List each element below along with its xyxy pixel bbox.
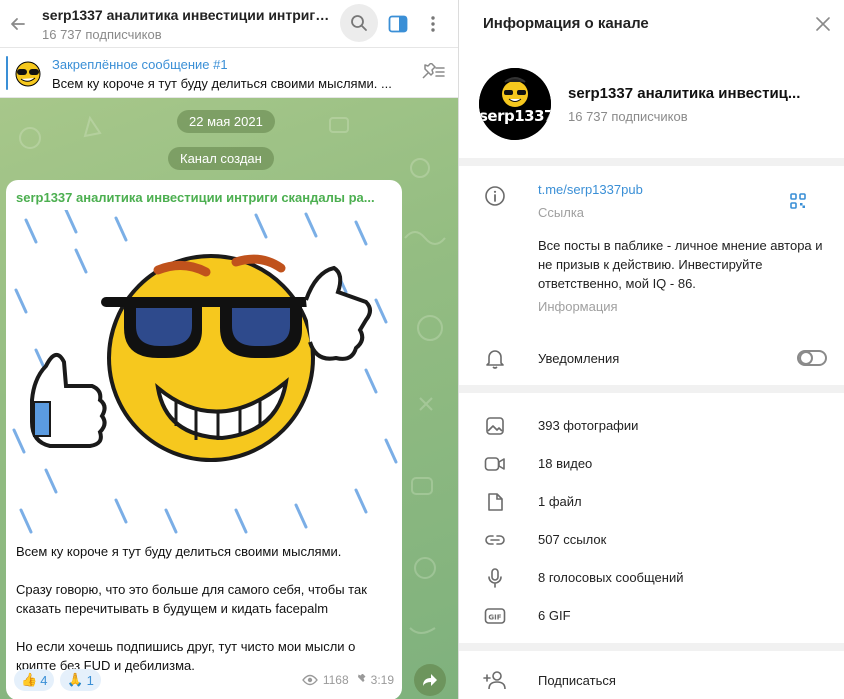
pinned-message-bar[interactable]: Закреплённое сообщение #1 Всем ку короче…: [0, 48, 458, 98]
back-arrow-icon: [11, 18, 25, 30]
svg-text:GIF: GIF: [488, 614, 501, 622]
search-icon: [351, 15, 367, 31]
channel-name: serp1337 аналитика инвестиц...: [568, 85, 801, 102]
info-header: Информация о канале: [459, 0, 844, 48]
subscribe-button[interactable]: Подписаться: [538, 673, 616, 688]
post-paragraph: Сразу говорю, что это больше для самого …: [16, 582, 367, 616]
message-bubble[interactable]: serp1337 аналитика инвестиции интриги ск…: [6, 180, 402, 699]
share-button[interactable]: [414, 664, 446, 696]
reaction-count: 1: [86, 672, 94, 688]
section-divider: [459, 643, 844, 651]
photo-icon: [483, 414, 507, 438]
side-panel-icon: [388, 15, 408, 33]
chat-title[interactable]: serp1337 аналитика инвестиции интриги с.…: [42, 7, 336, 23]
media-row-photos[interactable]: 393 фотографии: [459, 407, 844, 445]
reaction-thumbs-up[interactable]: 👍 4: [14, 669, 55, 691]
channel-info-pane: Информация о канале serp1337 serp1337 ан…: [458, 0, 844, 699]
post-author[interactable]: serp1337 аналитика инвестиции интриги ск…: [16, 190, 391, 205]
add-user-icon: [483, 668, 507, 692]
reaction-emoji: 👍: [21, 672, 38, 687]
service-message-chip: Канал создан: [168, 147, 274, 170]
description-label: Информация: [538, 299, 618, 314]
channel-description: Все посты в паблике - личное мнение авто…: [538, 238, 823, 291]
eye-icon: [301, 674, 318, 686]
share-arrow-icon: [423, 674, 437, 686]
more-button[interactable]: [418, 9, 448, 39]
media-row-voice[interactable]: 8 голосовых сообщений: [459, 559, 844, 597]
channel-avatar-image: [479, 68, 551, 140]
section-divider: [459, 385, 844, 393]
media-row-files[interactable]: 1 файл: [459, 483, 844, 521]
sunglasses-smiley-thumbnail: [15, 61, 41, 87]
post-meta: 1168 3:19: [301, 673, 394, 687]
bell-icon: [483, 347, 507, 371]
section-divider: [459, 158, 844, 166]
info-title: Информация о канале: [483, 15, 649, 32]
channel-avatar-text: serp1337: [479, 107, 551, 125]
media-label: 6 GIF: [538, 608, 571, 623]
pin-icon: [354, 674, 366, 685]
pin-list-icon: [422, 63, 445, 79]
file-icon: [483, 490, 507, 514]
qr-code-icon: [790, 193, 806, 209]
notifications-label: Уведомления: [538, 351, 620, 366]
media-label: 18 видео: [538, 456, 593, 471]
pinned-thumbnail: [12, 57, 44, 89]
notifications-toggle[interactable]: [797, 350, 827, 366]
pinned-text: Всем ку короче я тут буду делиться своим…: [52, 76, 392, 91]
reaction-pray[interactable]: 🙏 1: [60, 669, 101, 691]
pinned-list-button[interactable]: [418, 60, 448, 84]
link-label: Ссылка: [538, 205, 585, 220]
channel-subscribers: 16 737 подписчиков: [568, 109, 688, 124]
reaction-emoji: 🙏: [67, 672, 84, 687]
media-label: 8 голосовых сообщений: [538, 570, 684, 585]
toggle-knob: [799, 351, 813, 365]
chat-header: serp1337 аналитика инвестиции интриги с.…: [0, 0, 458, 48]
back-button[interactable]: [4, 10, 32, 38]
media-label: 1 файл: [538, 494, 582, 509]
pinned-title: Закреплённое сообщение #1: [52, 57, 228, 72]
link-icon: [483, 528, 507, 552]
date-chip: 22 мая 2021: [177, 110, 275, 133]
reaction-count: 4: [40, 672, 48, 688]
media-row-links[interactable]: 507 ссылок: [459, 521, 844, 559]
close-icon: [816, 17, 830, 31]
post-image[interactable]: [6, 210, 402, 538]
more-vertical-icon: [431, 16, 435, 32]
media-label: 393 фотографии: [538, 418, 639, 433]
search-button[interactable]: [340, 4, 378, 42]
channel-link[interactable]: t.me/serp1337pub: [538, 182, 643, 197]
reactions: 👍 4 🙏 1: [14, 669, 101, 691]
qr-code-button[interactable]: [785, 188, 811, 214]
view-count: 1168: [322, 673, 349, 687]
pinned-indicator: [6, 56, 8, 90]
chat-pane: serp1337 аналитика инвестиции интриги с.…: [0, 0, 458, 699]
post-paragraph: Всем ку короче я тут буду делиться своим…: [16, 544, 342, 559]
media-row-videos[interactable]: 18 видео: [459, 445, 844, 483]
chat-background: 22 мая 2021 Канал создан serp1337 аналит…: [0, 98, 458, 699]
microphone-icon: [483, 566, 507, 590]
video-icon: [483, 452, 507, 476]
toggle-info-panel-button[interactable]: [383, 9, 413, 39]
media-row-gif[interactable]: GIF 6 GIF: [459, 597, 844, 635]
gif-icon: GIF: [483, 604, 507, 628]
channel-avatar[interactable]: serp1337: [479, 68, 551, 140]
chat-subscribers: 16 737 подписчиков: [42, 27, 162, 42]
media-label: 507 ссылок: [538, 532, 607, 547]
close-button[interactable]: [811, 12, 835, 36]
info-icon: [483, 184, 507, 208]
post-time: 3:19: [370, 673, 394, 687]
